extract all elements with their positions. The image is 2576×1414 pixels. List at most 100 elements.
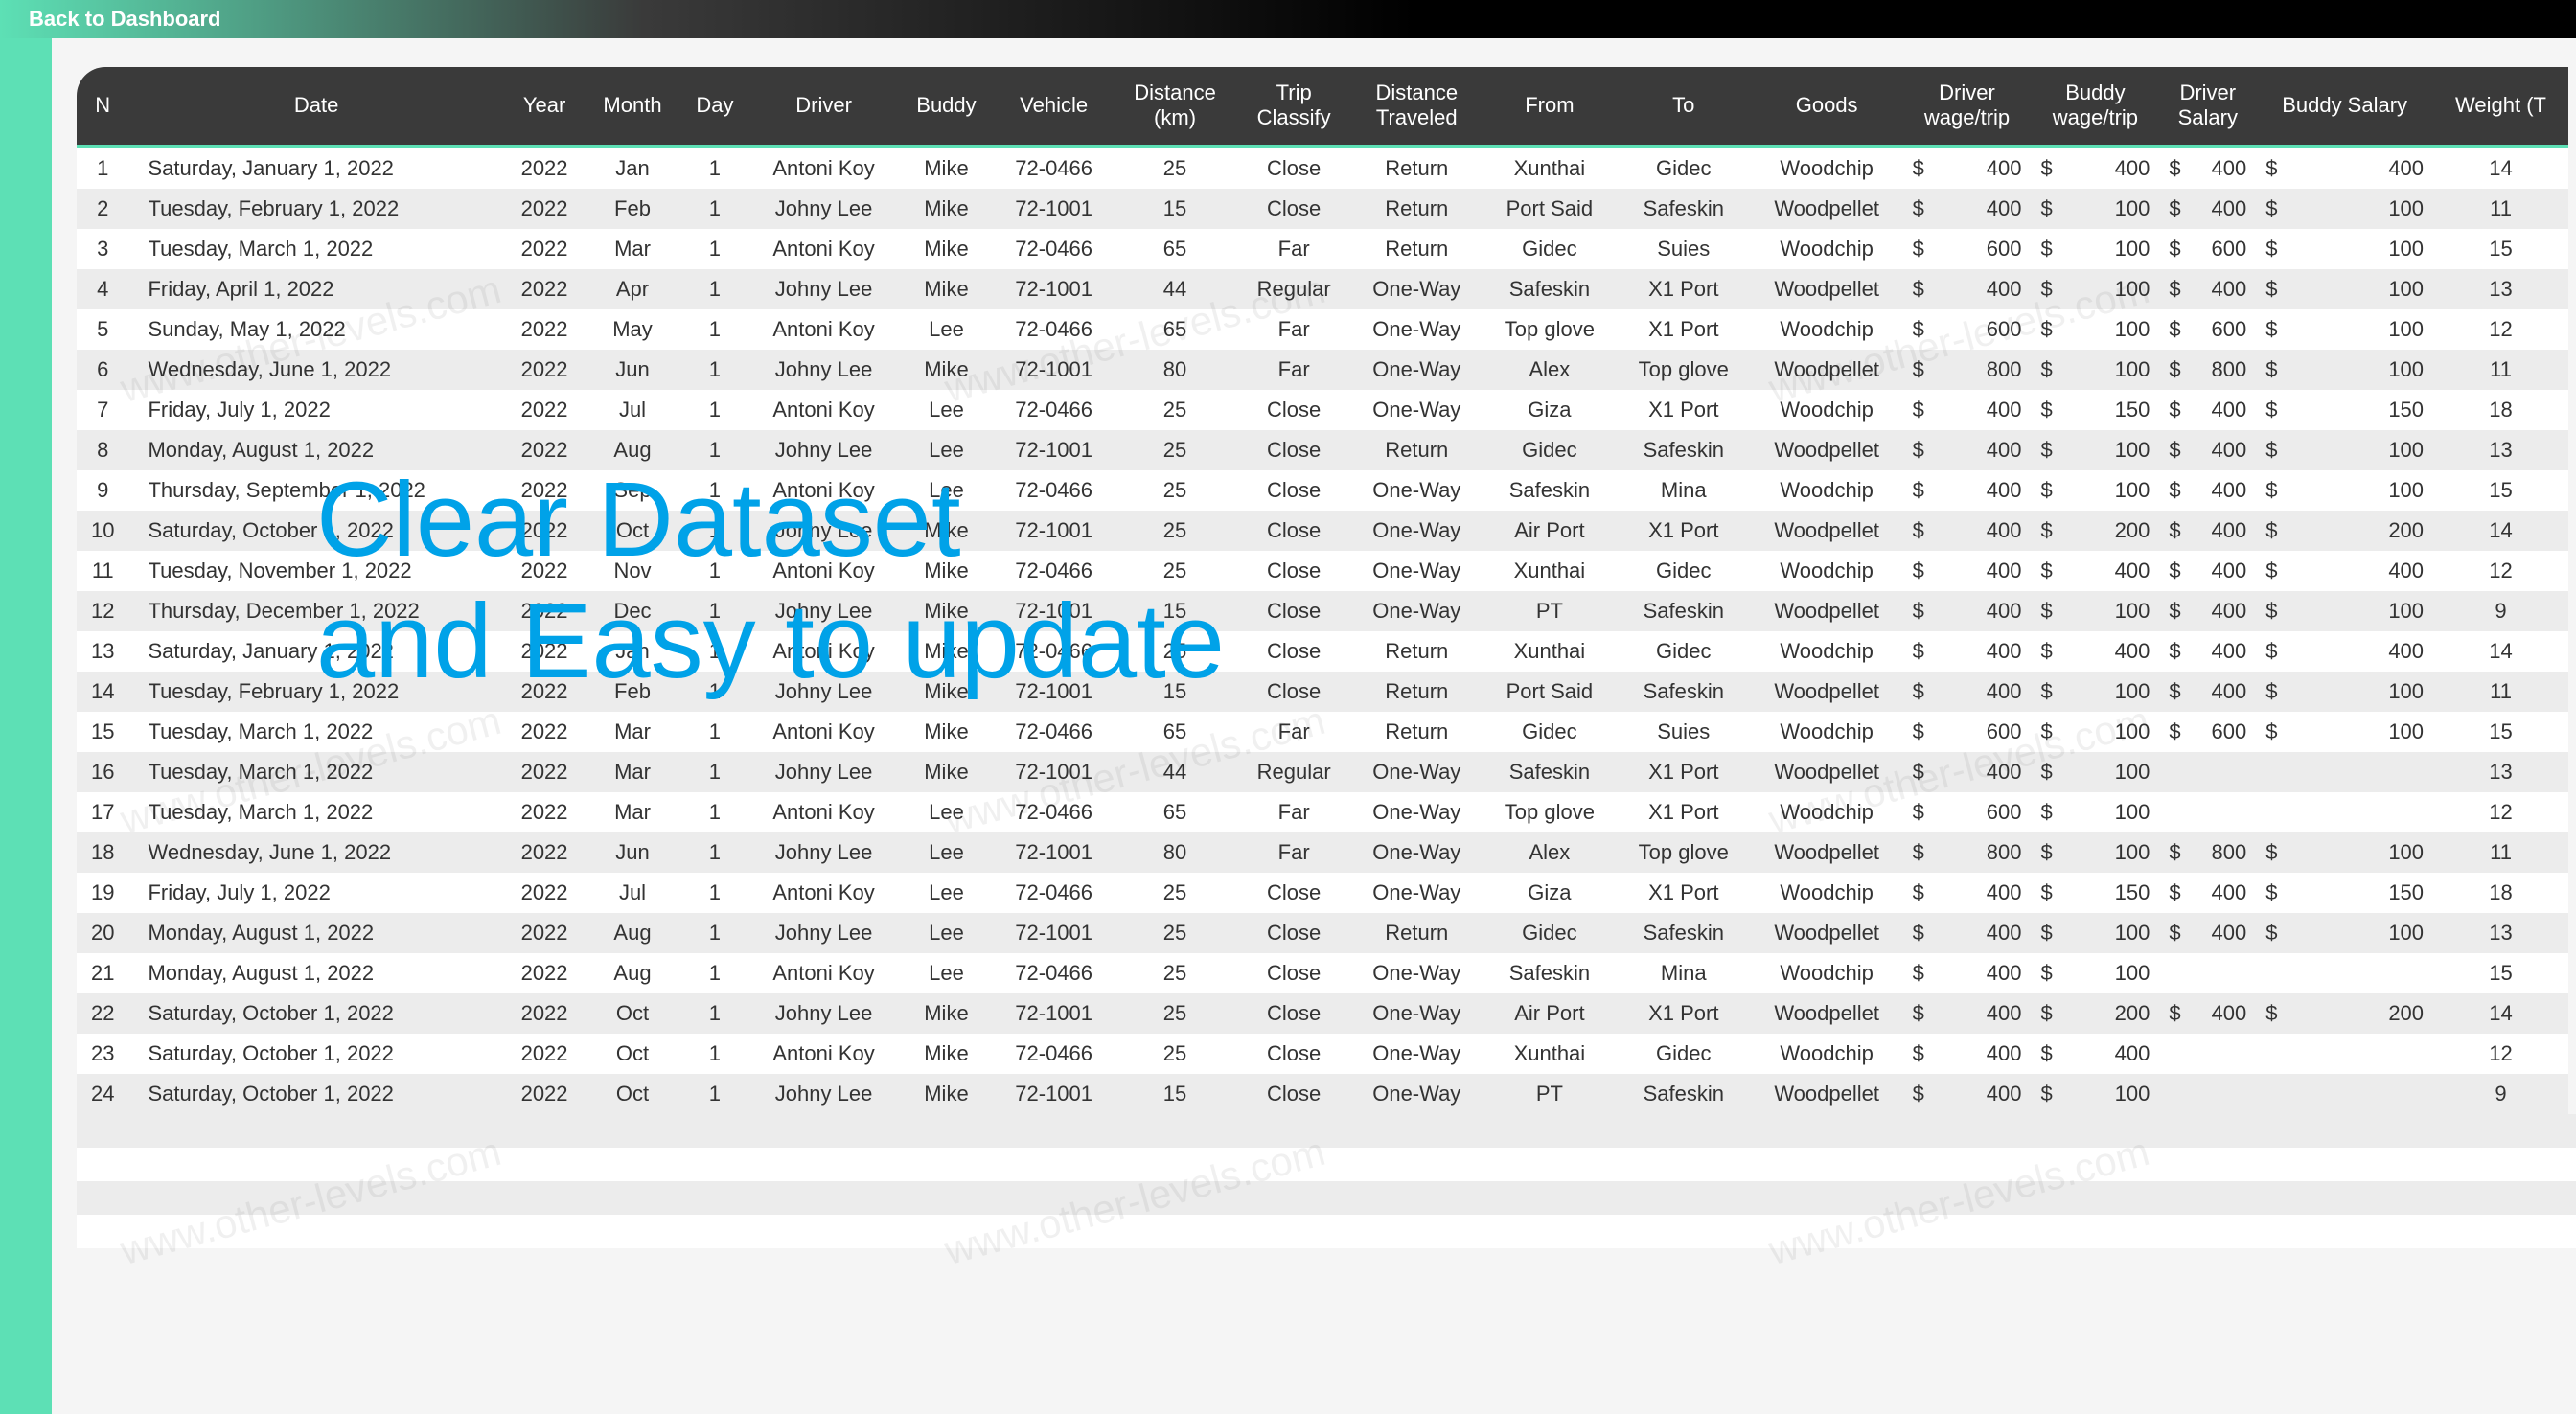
- table-cell: $400: [2159, 913, 2256, 953]
- table-cell: 11: [77, 551, 128, 591]
- table-cell: 25: [1113, 631, 1236, 672]
- table-cell: 1: [680, 832, 749, 873]
- table-cell: Lee: [898, 913, 995, 953]
- table-cell: Woodchip: [1751, 309, 1903, 350]
- table-cell: 23: [77, 1034, 128, 1074]
- table-cell: 2022: [504, 269, 585, 309]
- table-cell: Mar: [585, 229, 679, 269]
- table-cell: 11: [2433, 189, 2568, 229]
- table-cell: $400: [1903, 672, 2032, 712]
- table-cell: 72-1001: [995, 511, 1113, 551]
- table-cell: Regular: [1237, 752, 1351, 792]
- table-cell: $400: [2159, 591, 2256, 631]
- table-cell: Woodpellet: [1751, 269, 1903, 309]
- table-cell: $400: [1903, 1074, 2032, 1114]
- table-cell: 11: [2433, 350, 2568, 390]
- table-cell: $400: [2031, 1034, 2159, 1074]
- table-cell: X1 Port: [1617, 873, 1751, 913]
- table-cell: 72-1001: [995, 591, 1113, 631]
- table-cell: 2022: [504, 752, 585, 792]
- table-cell: Monday, August 1, 2022: [128, 430, 503, 470]
- table-cell: Lee: [898, 832, 995, 873]
- table-cell: Johny Lee: [749, 511, 898, 551]
- table-cell: Tuesday, March 1, 2022: [128, 752, 503, 792]
- table-cell: Johny Lee: [749, 993, 898, 1034]
- table-cell: Dec: [585, 591, 679, 631]
- table-cell: Woodchip: [1751, 147, 1903, 189]
- table-cell: Woodchip: [1751, 551, 1903, 591]
- table-cell: Woodchip: [1751, 953, 1903, 993]
- table-cell: Close: [1237, 1034, 1351, 1074]
- table-cell: 21: [77, 953, 128, 993]
- table-cell: $400: [2031, 551, 2159, 591]
- table-cell: 2022: [504, 591, 585, 631]
- table-cell: Oct: [585, 1074, 679, 1114]
- table-cell: $100: [2031, 953, 2159, 993]
- table-cell: 1: [680, 309, 749, 350]
- table-cell: One-Way: [1351, 832, 1483, 873]
- table-cell: 72-0466: [995, 873, 1113, 913]
- table-cell: Mike: [898, 229, 995, 269]
- table-row: 8Monday, August 1, 20222022Aug1Johny Lee…: [77, 430, 2568, 470]
- table-cell: $100: [2031, 189, 2159, 229]
- table-cell: $400: [1903, 953, 2032, 993]
- table-cell: Regular: [1237, 269, 1351, 309]
- table-cell: 25: [1113, 470, 1236, 511]
- table-cell: $100: [2256, 189, 2433, 229]
- table-cell: Jul: [585, 390, 679, 430]
- table-row: 12Thursday, December 1, 20222022Dec1John…: [77, 591, 2568, 631]
- table-cell: 25: [1113, 551, 1236, 591]
- table-cell: Johny Lee: [749, 1074, 898, 1114]
- table-cell: Antoni Koy: [749, 147, 898, 189]
- table-cell: 2022: [504, 470, 585, 511]
- table-cell: Safeskin: [1483, 470, 1617, 511]
- table-cell: Woodchip: [1751, 792, 1903, 832]
- table-cell: $400: [2159, 390, 2256, 430]
- table-header-cell: Distance(km): [1113, 67, 1236, 147]
- table-cell: Mike: [898, 993, 995, 1034]
- table-cell: 25: [1113, 390, 1236, 430]
- table-cell: $100: [2031, 1074, 2159, 1114]
- table-header-cell: DistanceTraveled: [1351, 67, 1483, 147]
- table-cell: Top glove: [1617, 832, 1751, 873]
- table-cell: Gidec: [1483, 712, 1617, 752]
- table-row: 24Saturday, October 1, 20222022Oct1Johny…: [77, 1074, 2568, 1114]
- table-header-cell: Driverwage/trip: [1903, 67, 2032, 147]
- table-cell: One-Way: [1351, 309, 1483, 350]
- table-cell: $600: [2159, 309, 2256, 350]
- table-cell: $600: [1903, 309, 2032, 350]
- table-cell: Safeskin: [1617, 591, 1751, 631]
- table-cell: X1 Port: [1617, 309, 1751, 350]
- table-cell: 2022: [504, 309, 585, 350]
- table-cell: 2022: [504, 631, 585, 672]
- table-cell: Antoni Koy: [749, 229, 898, 269]
- table-cell: 1: [680, 430, 749, 470]
- table-cell: $400: [2159, 993, 2256, 1034]
- table-cell: Jun: [585, 832, 679, 873]
- table-cell: 13: [2433, 752, 2568, 792]
- back-to-dashboard-link[interactable]: Back to Dashboard: [29, 7, 221, 32]
- table-cell: $600: [2159, 712, 2256, 752]
- table-cell: Antoni Koy: [749, 470, 898, 511]
- table-cell: Close: [1237, 873, 1351, 913]
- table-cell: [2159, 953, 2256, 993]
- table-cell: 2022: [504, 993, 585, 1034]
- table-cell: Mike: [898, 551, 995, 591]
- table-cell: 1: [680, 229, 749, 269]
- table-cell: [2256, 1034, 2433, 1074]
- table-cell: Close: [1237, 430, 1351, 470]
- table-cell: 2022: [504, 953, 585, 993]
- table-cell: 25: [1113, 147, 1236, 189]
- table-cell: Mina: [1617, 470, 1751, 511]
- table-cell: Gidec: [1617, 551, 1751, 591]
- table-cell: 14: [77, 672, 128, 712]
- table-header-row: NDateYearMonthDayDriverBuddyVehicleDista…: [77, 67, 2568, 147]
- table-cell: Woodpellet: [1751, 430, 1903, 470]
- table-cell: Woodpellet: [1751, 993, 1903, 1034]
- table-cell: Tuesday, November 1, 2022: [128, 551, 503, 591]
- table-cell: Antoni Koy: [749, 873, 898, 913]
- table-cell: X1 Port: [1617, 511, 1751, 551]
- table-cell: 25: [1113, 430, 1236, 470]
- table-cell: Xunthai: [1483, 631, 1617, 672]
- table-cell: $400: [2159, 189, 2256, 229]
